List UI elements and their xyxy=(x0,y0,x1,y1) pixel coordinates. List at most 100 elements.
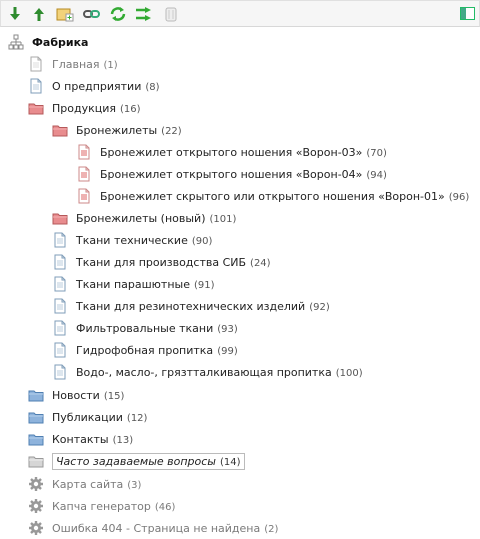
toolbar xyxy=(0,0,480,27)
tree-item[interactable]: Бронежилеты (22) xyxy=(52,119,182,141)
page-icon xyxy=(52,276,68,292)
tree-item-label: Фильтровальные ткани xyxy=(76,321,214,335)
tree-item[interactable]: Продукция (16) xyxy=(28,97,141,119)
page-red-icon xyxy=(76,144,92,160)
tree-item[interactable]: Новости (15) xyxy=(28,384,124,406)
tree-item[interactable]: Ткани парашютные (91) xyxy=(52,273,215,295)
tree-item-count: (16) xyxy=(120,103,141,115)
page-icon xyxy=(28,78,44,94)
tree-item-count: (15) xyxy=(103,390,125,402)
move-down-button[interactable] xyxy=(6,5,24,23)
tree-item-label: Ткани парашютные xyxy=(76,277,190,291)
tree-item-count: (1) xyxy=(103,59,118,71)
refresh-button[interactable] xyxy=(109,5,127,23)
delete-button[interactable] xyxy=(162,5,180,23)
tree-item-count: (94) xyxy=(366,169,387,181)
tree-item-count: (24) xyxy=(250,257,271,269)
tree-item[interactable]: Бронежилет открытого ношения «Ворон-04»(… xyxy=(76,163,387,185)
tree-item[interactable]: О предприятии (8) xyxy=(28,75,160,97)
tree-item-label: О предприятии xyxy=(52,79,142,93)
tree-root[interactable]: Фабрика xyxy=(8,31,88,53)
tree-item-count: (93) xyxy=(217,323,238,335)
tree-item[interactable]: Часто задаваемые вопросы (14) xyxy=(28,450,245,472)
expand-view-button[interactable] xyxy=(459,5,477,23)
tree-item-count: (46) xyxy=(154,501,176,513)
arrow-down-icon xyxy=(10,7,20,20)
tree-item-text: Ткани парашютные (91) xyxy=(76,278,215,291)
tree-item-text: Водо-, масло-, грязтталкивающая пропитка… xyxy=(76,366,363,379)
tree-item-text: Фильтровальные ткани (93) xyxy=(76,322,238,335)
tree-item[interactable]: Контакты (13) xyxy=(28,428,133,450)
tree-item-count: (22) xyxy=(161,125,182,137)
tree-item-label: Часто задаваемые вопросы xyxy=(56,454,216,468)
tree-item-label: Главная xyxy=(52,57,100,71)
tree-item-text: О предприятии (8) xyxy=(52,80,160,93)
tree-item-count: (100) xyxy=(335,367,363,379)
tree-item[interactable]: Фильтровальные ткани (93) xyxy=(52,317,238,339)
move-up-button[interactable] xyxy=(30,5,48,23)
folder-blue-icon xyxy=(28,409,44,425)
tree-item[interactable]: Ошибка 404 - Страница не найдена (2) xyxy=(28,517,278,539)
folder-blue-icon xyxy=(28,387,44,403)
gear-icon xyxy=(28,476,44,492)
page-red-icon xyxy=(76,188,92,204)
tree-item[interactable]: Карта сайта (3) xyxy=(28,473,141,495)
page-red-icon xyxy=(76,166,92,182)
tree-item-label: Новости xyxy=(52,388,100,402)
redirect-button[interactable] xyxy=(135,5,153,23)
page-icon xyxy=(52,298,68,314)
tree-item-text: Ткани для производства СИБ (24) xyxy=(76,256,271,269)
tree-item-label: Водо-, масло-, грязтталкивающая пропитка xyxy=(76,365,332,379)
tree-item-label: Бронежилет открытого ношения «Ворон-04» xyxy=(100,167,363,181)
page-icon xyxy=(52,254,68,270)
page-icon xyxy=(52,364,68,380)
tree-item-label: Контакты xyxy=(52,432,109,446)
tree-item-text: Публикации (12) xyxy=(52,411,147,424)
tree-item-text: Ткани технические (90) xyxy=(76,234,212,247)
tree-item-label: Гидрофобная пропитка xyxy=(76,343,214,357)
gear-icon xyxy=(28,520,44,536)
link-icon xyxy=(83,10,100,18)
tree-item-count: (90) xyxy=(191,235,213,247)
add-folder-button[interactable] xyxy=(56,5,74,23)
tree-item-count: (12) xyxy=(126,412,148,424)
tree-item[interactable]: Публикации (12) xyxy=(28,406,147,428)
gear-icon xyxy=(28,498,44,514)
tree-item-label: Продукция xyxy=(52,101,116,115)
tree-item-label: Публикации xyxy=(52,410,123,424)
tree-item[interactable]: Бронежилет скрытого или открытого ношени… xyxy=(76,185,469,207)
tree-item[interactable]: Бронежилет открытого ношения «Ворон-03»(… xyxy=(76,141,387,163)
tree-item-text: Новости (15) xyxy=(52,389,124,402)
tree-item[interactable]: Главная (1) xyxy=(28,53,118,75)
tree-root-label: Фабрика xyxy=(32,35,89,49)
tree-item-count: (2) xyxy=(264,523,279,535)
tree-item-label: Ткани для резинотехнических изделий xyxy=(76,299,306,313)
tree-item-count: (14) xyxy=(220,456,241,468)
tree-item[interactable]: Ткани для производства СИБ (24) xyxy=(52,251,271,273)
folder-red-icon xyxy=(28,100,44,116)
tree-item-text: Карта сайта (3) xyxy=(52,478,141,491)
folder-add-icon xyxy=(56,8,74,22)
tree-item[interactable]: Ткани технические (90) xyxy=(52,229,212,251)
tree-item-label: Карта сайта xyxy=(52,477,124,491)
tree-item-text: Бронежилеты (22) xyxy=(76,124,182,137)
folder-red-icon xyxy=(52,210,68,226)
tree-item-count: (70) xyxy=(366,147,387,159)
tree-item-text: Бронежилет скрытого или открытого ношени… xyxy=(100,190,469,203)
redirect-icon xyxy=(136,7,151,21)
link-button[interactable] xyxy=(83,5,101,23)
tree-item-count: (99) xyxy=(217,345,238,357)
tree-item[interactable]: Гидрофобная пропитка (99) xyxy=(52,339,238,361)
trash-icon xyxy=(165,7,177,22)
tree-item-text: Ошибка 404 - Страница не найдена (2) xyxy=(52,522,278,535)
tree-item-text: Капча генератор (46) xyxy=(52,500,175,513)
tree-item-count: (13) xyxy=(112,434,134,446)
tree-item[interactable]: Ткани для резинотехнических изделий (92) xyxy=(52,295,330,317)
tree-item-count: (101) xyxy=(209,213,237,225)
page-icon xyxy=(52,232,68,248)
tree-item-count: (91) xyxy=(193,279,215,291)
tree-item[interactable]: Водо-, масло-, грязтталкивающая пропитка… xyxy=(52,361,363,383)
tree-item[interactable]: Бронежилеты (новый) (101) xyxy=(52,207,236,229)
tree-item[interactable]: Капча генератор (46) xyxy=(28,495,175,517)
tree-item-label: Ошибка 404 - Страница не найдена xyxy=(52,521,261,535)
